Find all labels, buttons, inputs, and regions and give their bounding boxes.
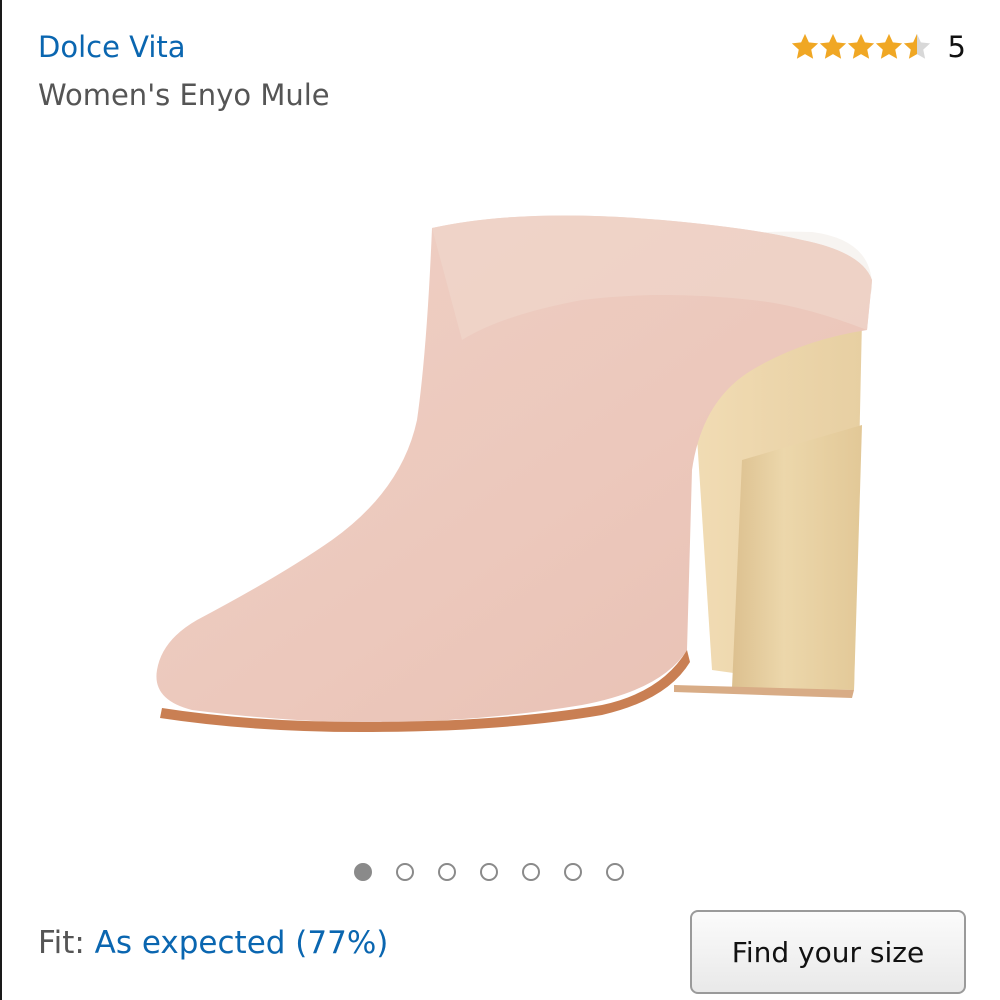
star-full-icon — [790, 32, 818, 62]
product-card: Dolce Vita Women's Enyo Mule 5 Fit: As e… — [0, 0, 1000, 1000]
carousel-dot-6[interactable] — [564, 863, 582, 881]
fit-value-link[interactable]: As expected (77%) — [95, 925, 389, 961]
product-title: Women's Enyo Mule — [38, 78, 330, 112]
fit-label: Fit: — [38, 925, 95, 961]
mule-shoe-illustration — [156, 215, 873, 732]
star-full-icon — [818, 32, 846, 62]
star-rating[interactable]: 5 — [790, 30, 966, 64]
carousel-dot-1[interactable] — [354, 863, 372, 881]
star-half-icon — [902, 32, 930, 62]
carousel-dots — [354, 863, 624, 881]
fit-info: Fit: As expected (77%) — [38, 925, 388, 961]
product-image[interactable] — [102, 170, 922, 810]
brand-link[interactable]: Dolce Vita — [38, 30, 186, 64]
find-size-button[interactable]: Find your size — [690, 910, 966, 994]
carousel-dot-2[interactable] — [396, 863, 414, 881]
carousel-dot-4[interactable] — [480, 863, 498, 881]
star-full-icon — [874, 32, 902, 62]
carousel-dot-7[interactable] — [606, 863, 624, 881]
rating-count[interactable]: 5 — [948, 30, 966, 64]
rating-stars — [790, 32, 930, 62]
carousel-dot-3[interactable] — [438, 863, 456, 881]
star-full-icon — [846, 32, 874, 62]
carousel-dot-5[interactable] — [522, 863, 540, 881]
